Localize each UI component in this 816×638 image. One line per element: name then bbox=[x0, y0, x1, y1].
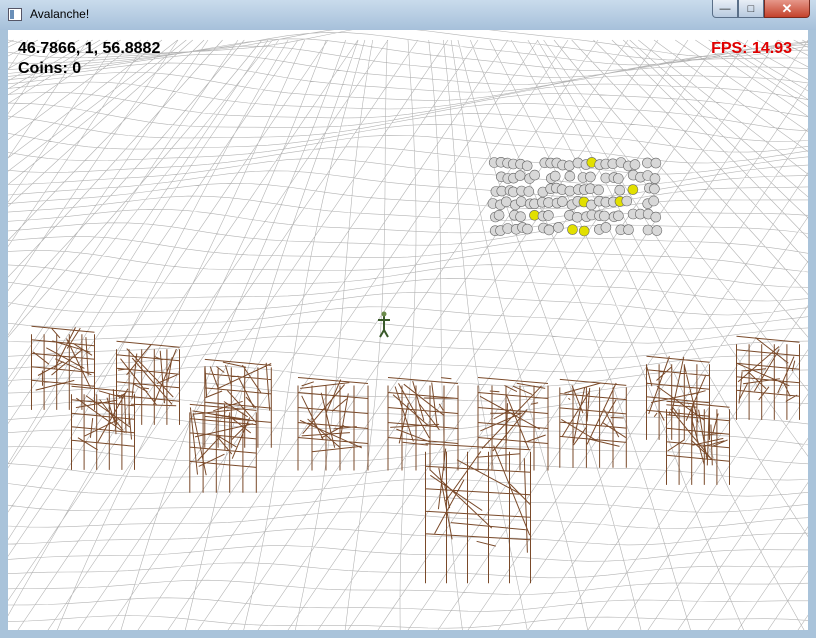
scene-canvas bbox=[8, 30, 808, 630]
boulder bbox=[649, 183, 660, 195]
coin-counter: Coins: 0 bbox=[18, 60, 82, 77]
boulder bbox=[649, 173, 661, 184]
coin bbox=[627, 184, 639, 195]
coin bbox=[567, 224, 578, 235]
boulder bbox=[612, 173, 624, 184]
minimize-icon[interactable]: — bbox=[712, 0, 738, 18]
boulder bbox=[585, 171, 596, 183]
boulder bbox=[648, 195, 660, 207]
building-wireframe bbox=[666, 400, 730, 485]
app-window-icon bbox=[8, 8, 22, 21]
boulder bbox=[543, 224, 555, 236]
terrain-mesh bbox=[8, 30, 808, 630]
boulder bbox=[515, 211, 526, 222]
player-head bbox=[381, 311, 387, 317]
maximize-icon[interactable]: □ bbox=[738, 0, 764, 18]
game-viewport[interactable]: 46.7866, 1, 56.8882 Coins: 0 FPS: 14.93 bbox=[8, 30, 808, 630]
boulder bbox=[523, 186, 535, 197]
boulder bbox=[543, 210, 554, 221]
boulder bbox=[564, 170, 576, 182]
building-wireframe bbox=[646, 355, 710, 440]
building-wireframe bbox=[736, 335, 800, 420]
boulder bbox=[613, 210, 624, 222]
fps-counter: FPS: 14.93 bbox=[711, 40, 792, 57]
boulder bbox=[522, 223, 533, 235]
boulder bbox=[493, 209, 505, 221]
boulder bbox=[514, 170, 526, 181]
title-bar[interactable]: Avalanche! — □ ✕ bbox=[0, 0, 816, 30]
boulder bbox=[515, 196, 527, 207]
boulder bbox=[621, 195, 633, 207]
caption-buttons: — □ ✕ bbox=[712, 0, 810, 20]
close-icon[interactable]: ✕ bbox=[764, 0, 810, 18]
boulder bbox=[629, 159, 641, 170]
boulder bbox=[642, 224, 654, 236]
boulder bbox=[553, 222, 564, 233]
boulder bbox=[571, 212, 583, 223]
boulder bbox=[623, 224, 634, 235]
game-window: Avalanche! — □ ✕ 46.7866, 1, 56.8882 Coi… bbox=[0, 0, 816, 638]
window-title: Avalanche! bbox=[30, 7, 90, 21]
building-wireframe bbox=[31, 325, 95, 410]
boulder bbox=[593, 184, 604, 196]
boulder bbox=[521, 160, 533, 172]
coin bbox=[578, 225, 590, 237]
boulder bbox=[650, 211, 662, 223]
boulder bbox=[650, 157, 662, 169]
boulder bbox=[599, 210, 610, 222]
building-wireframes bbox=[31, 325, 800, 584]
boulder bbox=[651, 225, 663, 236]
boulder bbox=[556, 196, 568, 207]
building-wireframe bbox=[387, 377, 459, 471]
boulder bbox=[614, 184, 626, 196]
boulder bbox=[529, 169, 541, 181]
player-position-readout: 46.7866, 1, 56.8882 bbox=[18, 40, 161, 57]
player-body bbox=[378, 316, 390, 338]
terrain-wireframe bbox=[8, 30, 808, 630]
boulder bbox=[549, 170, 561, 182]
boulder bbox=[600, 222, 612, 233]
boulder bbox=[500, 196, 512, 208]
building-wireframe bbox=[297, 377, 369, 471]
